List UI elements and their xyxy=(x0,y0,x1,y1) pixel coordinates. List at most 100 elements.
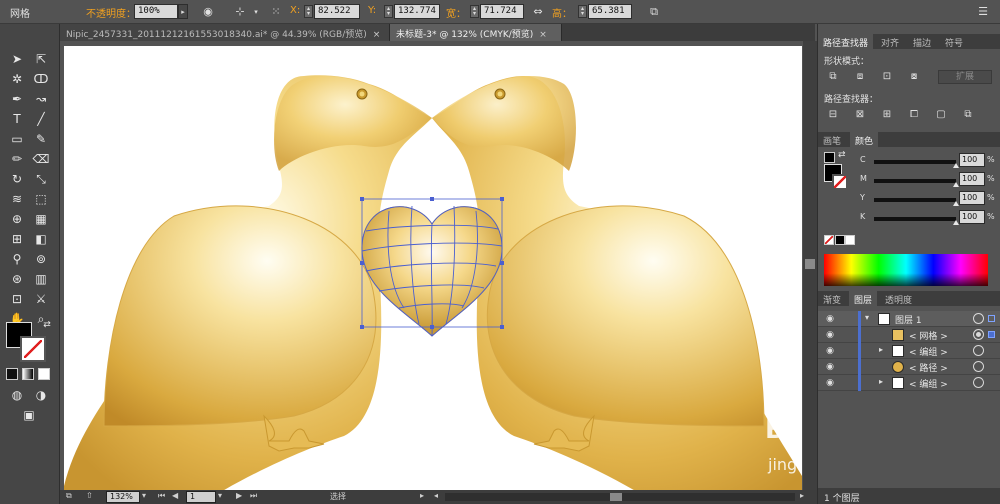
visibility-eye-icon[interactable]: ◉ xyxy=(824,361,836,373)
none-color-icon[interactable] xyxy=(824,235,834,245)
black-field[interactable]: 100 xyxy=(959,210,985,224)
intersect-icon[interactable]: ⊡ xyxy=(880,71,894,83)
scale-tool-icon[interactable]: ⤡ xyxy=(30,170,52,188)
minus-back-icon[interactable]: ⧉ xyxy=(961,109,975,121)
last-artboard-icon[interactable]: ⏭ xyxy=(250,491,257,501)
curvature-tool-icon[interactable]: ↝ xyxy=(30,90,52,108)
tab-color[interactable]: 颜色 xyxy=(850,132,879,147)
next-artboard-icon[interactable]: ▶ xyxy=(236,491,242,500)
blend-tool-icon[interactable]: ⊚ xyxy=(30,250,52,268)
draw-mode-icon[interactable]: ◍ xyxy=(6,386,28,404)
magic-wand-tool-icon[interactable]: ✲ xyxy=(6,70,28,88)
eraser-tool-icon[interactable]: ⌫ xyxy=(30,150,52,168)
line-tool-icon[interactable]: ╱ xyxy=(30,110,52,128)
cyan-field[interactable]: 100 xyxy=(959,153,985,167)
expand-arrow-icon[interactable]: ▸ xyxy=(879,345,883,354)
mesh-style-icon[interactable]: ⊹ xyxy=(232,4,248,20)
layer-row-group-2[interactable]: ◉ ▸ < 编组 > xyxy=(818,375,1000,391)
x-field[interactable]: 82.522 xyxy=(314,4,360,19)
zoom-field[interactable]: 132% xyxy=(106,491,140,503)
artboard-number-field[interactable]: 1 xyxy=(186,491,216,503)
opacity-label[interactable]: 不透明度： xyxy=(86,5,136,20)
target-circle-icon[interactable] xyxy=(973,345,984,356)
yellow-slider[interactable] xyxy=(874,198,956,202)
x-stepper[interactable]: ▴ ▾ xyxy=(304,5,313,18)
black-color-icon[interactable] xyxy=(835,235,845,245)
gradient-mode-icon[interactable] xyxy=(22,368,34,380)
slice-tool-icon[interactable]: ⚔ xyxy=(30,290,52,308)
warp-tool-icon[interactable]: ≋ xyxy=(6,190,28,208)
expand-button[interactable]: 扩展 xyxy=(938,70,992,84)
artboard[interactable] xyxy=(64,46,802,490)
canvas-vertical-scrollbar[interactable] xyxy=(803,41,817,490)
screen-mode-icon[interactable]: ▣ xyxy=(18,406,40,424)
magenta-slider[interactable] xyxy=(874,179,956,183)
tab-nipic-document[interactable]: Nipic_2457331_20111212161553018340.ai* @… xyxy=(60,24,390,41)
crop-icon[interactable]: ⧠ xyxy=(907,109,921,121)
reference-point-icon[interactable]: ⁙ xyxy=(268,4,284,20)
unite-icon[interactable]: ⧉ xyxy=(826,71,840,83)
first-artboard-icon[interactable]: ⏮ xyxy=(158,491,165,501)
target-circle-icon[interactable] xyxy=(973,329,984,340)
horizontal-scroll-right-icon[interactable]: ▸ xyxy=(800,491,804,500)
panel-menu-icon[interactable]: ☰ xyxy=(975,4,991,20)
layer-name[interactable]: < 编组 > xyxy=(909,377,948,390)
close-icon[interactable]: × xyxy=(539,30,547,40)
tab-gradient[interactable]: 渐变 xyxy=(818,291,846,306)
exclude-icon[interactable]: ⧇ xyxy=(907,71,921,83)
tab-align[interactable]: 对齐 xyxy=(876,34,904,49)
rectangle-tool-icon[interactable]: ▭ xyxy=(6,130,28,148)
layer-row-group-1[interactable]: ◉ ▸ < 编组 > xyxy=(818,343,1000,359)
artboard-tool-icon[interactable]: ⊡ xyxy=(6,290,28,308)
tab-layers[interactable]: 图层 xyxy=(849,291,878,306)
rotate-tool-icon[interactable]: ↻ xyxy=(6,170,28,188)
width-stepper[interactable]: ▴ ▾ xyxy=(470,5,479,18)
outline-icon[interactable]: ▢ xyxy=(934,109,948,121)
swap-fill-stroke-icon[interactable]: ⇄ xyxy=(36,316,58,334)
scrollbar-thumb[interactable] xyxy=(610,493,622,501)
column-graph-tool-icon[interactable]: ▥ xyxy=(30,270,52,288)
opacity-field[interactable]: 100% xyxy=(134,4,178,19)
pen-tool-icon[interactable]: ✒ xyxy=(6,90,28,108)
expand-arrow-icon[interactable]: ▸ xyxy=(879,377,883,386)
artboard-dropdown-icon[interactable]: ▾ xyxy=(218,491,222,500)
height-stepper[interactable]: ▴ ▾ xyxy=(578,5,587,18)
cyan-slider[interactable] xyxy=(874,160,956,164)
layer-row-mesh[interactable]: ◉ < 网格 > xyxy=(818,327,1000,343)
color-spectrum[interactable] xyxy=(824,254,988,286)
layer-name[interactable]: < 网格 > xyxy=(909,329,948,342)
merge-icon[interactable]: ⊞ xyxy=(880,109,894,121)
mesh-style-dropdown-icon[interactable]: ▾ xyxy=(248,4,264,20)
draw-behind-icon[interactable]: ◑ xyxy=(30,386,52,404)
share-icon[interactable]: ⇧ xyxy=(86,491,93,500)
visibility-eye-icon[interactable]: ◉ xyxy=(824,377,836,389)
constrain-proportions-icon[interactable]: ⇔ xyxy=(530,4,546,20)
layer-name[interactable]: 图层 1 xyxy=(895,313,922,326)
symbol-sprayer-tool-icon[interactable]: ⊛ xyxy=(6,270,28,288)
visibility-eye-icon[interactable]: ◉ xyxy=(824,345,836,357)
tab-symbols[interactable]: 符号 xyxy=(940,34,968,49)
tab-transparency[interactable]: 透明度 xyxy=(880,291,917,306)
divide-icon[interactable]: ⊟ xyxy=(826,109,840,121)
zoom-dropdown-icon[interactable]: ▾ xyxy=(142,491,146,500)
mesh-tool-icon[interactable]: ⊞ xyxy=(6,230,28,248)
layer-name[interactable]: < 编组 > xyxy=(909,345,948,358)
visibility-eye-icon[interactable]: ◉ xyxy=(824,313,836,325)
magenta-field[interactable]: 100 xyxy=(959,172,985,186)
status-menu-icon[interactable]: ▸ xyxy=(420,491,424,500)
stroke-color-swatch[interactable] xyxy=(20,336,46,362)
opacity-dropdown-icon[interactable]: ▸ xyxy=(178,4,188,19)
y-field[interactable]: 132.774 xyxy=(394,4,440,19)
layer-name[interactable]: < 路径 > xyxy=(909,361,948,374)
height-field[interactable]: 65.381 xyxy=(588,4,632,19)
transform-icon[interactable]: ⧉ xyxy=(646,4,662,20)
tab-untitled-3[interactable]: 未标题-3* @ 132% (CMYK/预览) × xyxy=(390,24,562,41)
black-slider[interactable] xyxy=(874,217,956,221)
tab-brushes[interactable]: 画笔 xyxy=(818,132,846,147)
eyedropper-tool-icon[interactable]: ⚲ xyxy=(6,250,28,268)
minus-front-icon[interactable]: ⧈ xyxy=(853,71,867,83)
free-transform-tool-icon[interactable]: ⬚ xyxy=(30,190,52,208)
close-icon[interactable]: × xyxy=(373,30,381,40)
y-stepper[interactable]: ▴ ▾ xyxy=(384,5,393,18)
white-color-icon[interactable] xyxy=(845,235,855,245)
